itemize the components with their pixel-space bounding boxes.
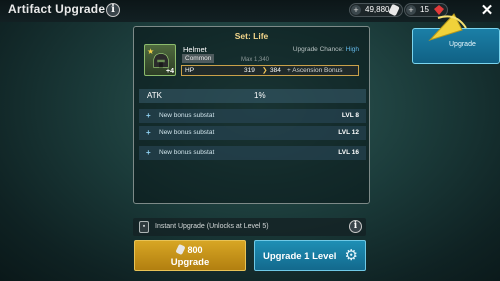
artifact-icon: ★ +4: [144, 44, 176, 76]
silver-currency[interactable]: + 49,880: [349, 3, 403, 17]
info-icon[interactable]: i: [106, 3, 120, 17]
info-icon[interactable]: i: [349, 220, 362, 233]
primary-stat-name: HP: [185, 67, 195, 74]
plus-icon: +: [146, 111, 151, 120]
substat-row: + New bonus substat LVL 8: [139, 109, 366, 123]
substat-row: + New bonus substat LVL 16: [139, 146, 366, 160]
upgrade-one-level-button[interactable]: Upgrade 1 Level ⚙: [254, 240, 366, 271]
silver-amount: 49,880: [365, 5, 390, 14]
artifact-panel: Set: Life ★ +4 Helmet Common Upgrade Cha…: [133, 26, 370, 204]
top-bar: Artifact Upgrade i + 49,880 + 15 ✕: [0, 0, 500, 22]
ascension-bonus: + Ascension Bonus: [287, 67, 343, 74]
instant-upgrade-label: Instant Upgrade (Unlocks at Level 5): [155, 223, 269, 230]
upgrade-cost: 800: [135, 243, 245, 256]
upgrade-chance-label: Upgrade Chance:: [292, 46, 344, 53]
substat-label: New bonus substat: [159, 129, 215, 136]
plus-icon: +: [146, 148, 151, 157]
upgrade-chance-value: High: [345, 46, 359, 53]
gear-icon[interactable]: ⚙: [345, 248, 358, 263]
main-stat-row: ATK 1%: [139, 89, 366, 103]
tutorial-pointer-icon: [428, 13, 467, 42]
silver-icon: [175, 243, 187, 256]
plus-icon: +: [146, 128, 151, 137]
add-silver-icon[interactable]: +: [351, 5, 361, 15]
primary-stat-to: 384: [270, 67, 281, 74]
substat-label: New bonus substat: [159, 149, 215, 156]
upgrade-cost-value: 800: [187, 245, 203, 255]
page-title: Artifact Upgrade: [8, 2, 106, 16]
substat-level: LVL 16: [338, 149, 359, 156]
main-stat-value: 1%: [254, 91, 266, 100]
max-value: Max 1,340: [241, 57, 270, 63]
silver-icon: [388, 4, 400, 16]
add-gem-icon[interactable]: +: [406, 5, 416, 15]
artifact-level-badge: +4: [166, 68, 174, 75]
lock-icon: ▪: [139, 221, 149, 233]
substat-row: + New bonus substat LVL 12: [139, 126, 366, 140]
upgrade-chance: Upgrade Chance: High: [293, 46, 359, 53]
main-stat-name: ATK: [147, 91, 162, 100]
rarity-badge: Common: [182, 54, 215, 63]
primary-stat-row: HP 319 ❯ 384 + Ascension Bonus: [181, 65, 359, 76]
instant-upgrade-row: ▪ Instant Upgrade (Unlocks at Level 5) i: [133, 218, 366, 236]
substat-label: New bonus substat: [159, 112, 215, 119]
upgrade-one-level-label: Upgrade 1 Level: [263, 251, 337, 262]
arrow-right-icon: ❯: [262, 67, 268, 74]
close-button[interactable]: ✕: [474, 0, 500, 22]
primary-stat-from: 319: [244, 67, 255, 74]
upgrade-button-label: Upgrade: [170, 257, 210, 268]
substat-level: LVL 12: [338, 129, 359, 136]
substat-level: LVL 8: [341, 112, 359, 119]
upgrade-button[interactable]: 800 Upgrade: [134, 240, 246, 271]
artifact-name: Helmet: [183, 45, 207, 54]
set-title: Set: Life: [234, 31, 269, 41]
